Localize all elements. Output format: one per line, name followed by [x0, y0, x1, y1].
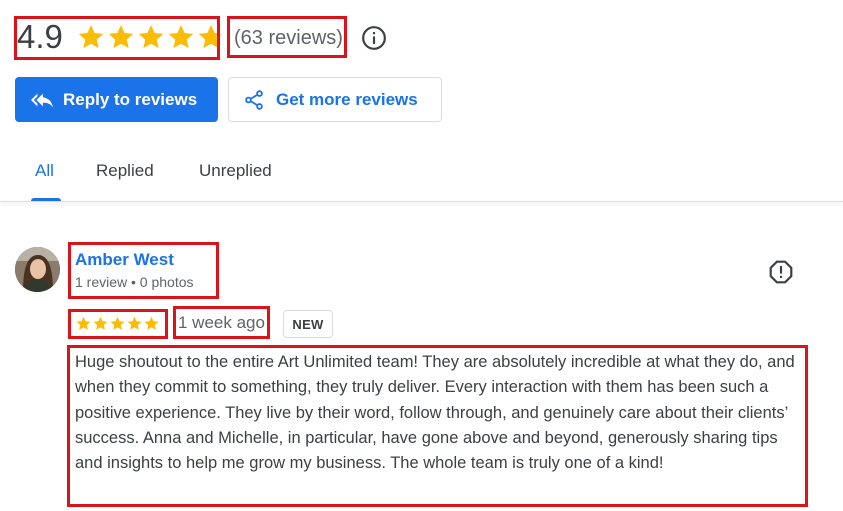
share-icon: [243, 89, 265, 111]
new-badge: NEW: [283, 310, 333, 338]
highlight-box: [68, 309, 168, 339]
info-icon[interactable]: [361, 25, 387, 51]
reply-to-reviews-label: Reply to reviews: [63, 89, 198, 109]
reply-to-reviews-button[interactable]: Reply to reviews: [15, 77, 218, 122]
get-more-reviews-button[interactable]: Get more reviews: [228, 77, 442, 122]
tab-unreplied[interactable]: Unreplied: [199, 160, 272, 182]
highlight-box: [173, 306, 270, 339]
review-filter-tabs: All Replied Unreplied: [0, 148, 843, 202]
highlight-box: [68, 242, 219, 299]
highlight-box: [227, 16, 347, 58]
tabs-divider: [0, 201, 843, 202]
report-icon[interactable]: [768, 259, 794, 285]
avatar[interactable]: [15, 247, 60, 292]
highlight-box: [14, 16, 220, 60]
reply-all-icon: [31, 89, 53, 111]
tab-replied[interactable]: Replied: [96, 160, 154, 182]
highlight-box: [67, 345, 808, 507]
get-more-reviews-label: Get more reviews: [276, 89, 418, 109]
tab-all[interactable]: All: [35, 160, 54, 182]
